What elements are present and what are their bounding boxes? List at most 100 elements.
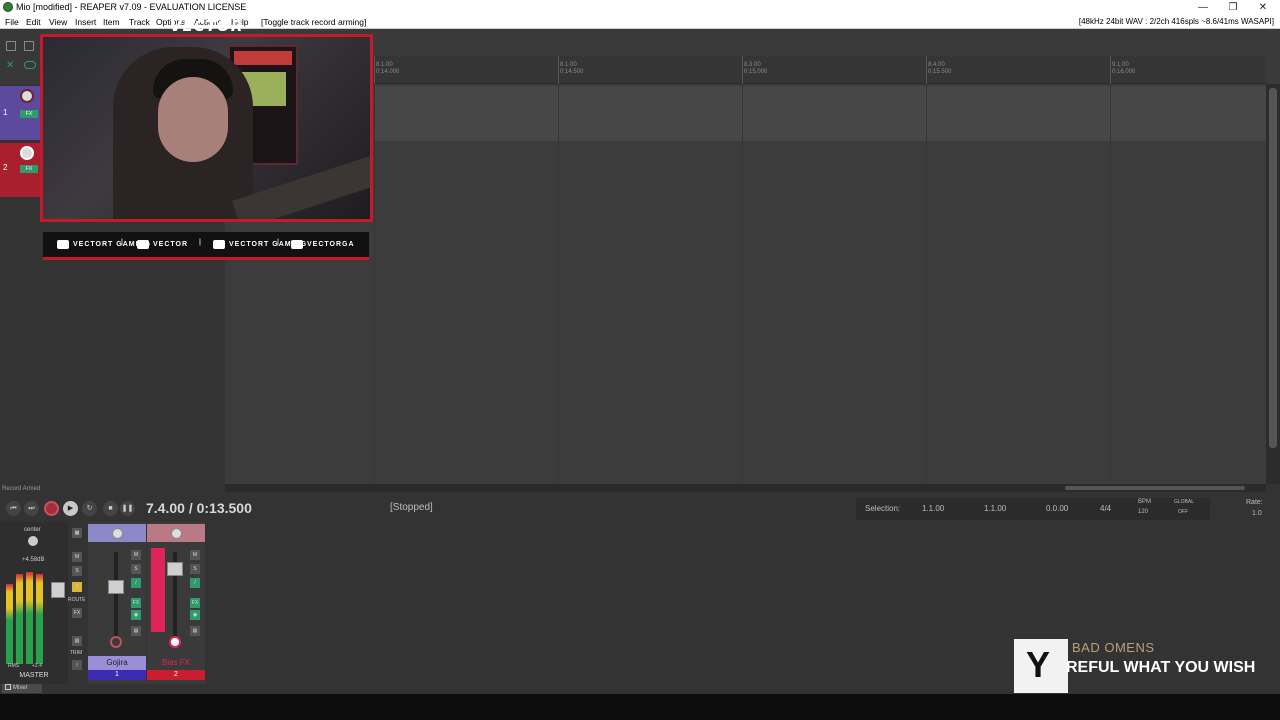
mute-button[interactable]: M (131, 550, 141, 560)
scroll-thumb[interactable] (1065, 486, 1245, 490)
trim-icon[interactable]: ▤ (190, 626, 200, 636)
rate-label: Rate: (1246, 499, 1263, 506)
mixer-channel-2[interactable]: M S / FX ◉ ▤ Bias FX 2 (147, 522, 205, 684)
close-button[interactable]: ✕ (1248, 0, 1278, 15)
ruler-tick (926, 56, 927, 84)
minimize-button[interactable]: — (1188, 0, 1218, 15)
trim-icon[interactable]: ▤ (72, 636, 82, 646)
mono-button[interactable]: ▦ (72, 528, 82, 538)
selection-start[interactable]: 1.1.00 (922, 504, 944, 513)
fader-track (114, 552, 118, 637)
track-number: 1 (3, 108, 8, 117)
time-signature[interactable]: 4/4 (1100, 504, 1111, 513)
stream-bottom-bar (0, 694, 1280, 720)
track-lane-1[interactable] (375, 86, 1266, 141)
audio-device-status[interactable]: [48kHz 24bit WAV : 2/2ch 416spls ~8.6/41… (1079, 15, 1274, 29)
solo-button[interactable]: S (72, 566, 82, 576)
volume-fader[interactable] (167, 562, 183, 576)
grid-line (558, 84, 559, 484)
pan-area[interactable] (88, 524, 146, 542)
vertical-scrollbar[interactable] (1266, 84, 1280, 484)
scroll-thumb[interactable] (1269, 88, 1277, 448)
title-bar: Mio [modified] - REAPER v7.09 - EVALUATI… (0, 0, 1280, 15)
global-state[interactable]: OFF (1178, 509, 1188, 515)
volume-fader[interactable] (108, 580, 124, 594)
fx-bypass-icon[interactable]: / (72, 582, 82, 592)
record-arm-button[interactable] (20, 146, 34, 160)
info-icon[interactable]: i (72, 660, 82, 670)
horizontal-scrollbar[interactable] (225, 484, 1266, 492)
master-strip: center +4.58dB RMS +2.4 (0, 522, 68, 684)
action-hint: [Toggle track record arming] (261, 17, 367, 27)
timecode-display[interactable]: 7.4.00 / 0:13.500 (146, 500, 252, 516)
fx-power-icon[interactable]: ◉ (131, 610, 141, 620)
new-project-icon[interactable] (6, 41, 16, 51)
go-to-end-button[interactable]: ⏭ (24, 501, 39, 516)
record-arm-button[interactable] (20, 89, 34, 103)
fx-button[interactable]: FX (20, 110, 38, 118)
track-number: 2 (3, 163, 8, 172)
timeline-ruler[interactable]: 8.1.00 0:14.000 8.1.00 0:14.500 8.3.00 0:15… (225, 56, 1266, 84)
play-state: [Stopped] (390, 502, 433, 513)
pan-area[interactable] (147, 524, 205, 542)
rate-value[interactable]: 1.0 (1252, 510, 1262, 517)
channel-name[interactable]: Bias FX (147, 656, 205, 670)
band-logo-icon: Y (1026, 644, 1051, 685)
band-name: BAD OMENS (1072, 640, 1155, 655)
repeat-button[interactable]: ↻ (82, 501, 97, 516)
trim-label[interactable]: TRIM (70, 650, 82, 656)
menu-edit[interactable]: Edit (26, 15, 41, 29)
record-arm-button[interactable] (169, 636, 181, 648)
menu-view[interactable]: View (49, 15, 67, 29)
menu-insert[interactable]: Insert (75, 15, 96, 29)
record-button[interactable] (44, 501, 59, 516)
instagram-icon (291, 239, 303, 249)
fx-power-icon[interactable]: ◉ (190, 610, 200, 620)
menu-item[interactable]: Item (103, 15, 120, 29)
twitter-icon (213, 239, 225, 249)
pause-button[interactable]: ❚❚ (120, 501, 135, 516)
stop-button[interactable]: ■ (103, 501, 118, 516)
song-title: REFUL WHAT YOU WISH (1066, 659, 1256, 676)
channel-name[interactable]: Gojira (88, 656, 146, 670)
fx-bypass-icon[interactable]: / (190, 578, 200, 588)
route-label[interactable]: ROUTE (68, 597, 86, 603)
social-bar: VECTORT GAMING | VECTOR | VECTORT GAMING… (43, 232, 369, 260)
track-header-2[interactable]: 2 FX (0, 143, 42, 197)
selection-end[interactable]: 1.1.00 (984, 504, 1006, 513)
track-header-1[interactable]: 1 FX (0, 86, 42, 140)
mixer-channel-1[interactable]: M S / FX ◉ ▤ Gojira 1 (88, 522, 146, 684)
selection-length[interactable]: 0.0.00 (1046, 504, 1068, 513)
open-project-icon[interactable] (24, 41, 34, 51)
mute-button[interactable]: M (72, 552, 82, 562)
go-to-start-button[interactable]: ⏮ (6, 501, 21, 516)
fx-bypass-icon[interactable]: / (131, 578, 141, 588)
trim-icon[interactable]: ▤ (131, 626, 141, 636)
fx-button[interactable]: FX (131, 598, 141, 608)
reaper-app-icon (3, 2, 13, 12)
youtube-icon (57, 239, 69, 249)
pan-knob[interactable] (28, 536, 38, 546)
fx-button[interactable]: FX (190, 598, 200, 608)
master-fader[interactable] (51, 582, 65, 598)
ruler-mark: 8.1.00 0:14.500 (560, 62, 584, 75)
global-label: GLOBAL (1174, 499, 1195, 505)
mixer-tab[interactable]: Mixer (2, 684, 42, 693)
record-arm-button[interactable] (110, 636, 122, 648)
solo-button[interactable]: S (131, 564, 141, 574)
fx-button[interactable]: FX (20, 165, 38, 173)
pan-knob[interactable] (112, 528, 123, 539)
menu-track[interactable]: Track (129, 15, 150, 29)
mixer-icon (5, 684, 11, 691)
link-icon[interactable] (24, 61, 36, 69)
menu-file[interactable]: File (5, 15, 19, 29)
mute-button[interactable]: M (190, 550, 200, 560)
pan-knob[interactable] (171, 528, 182, 539)
bpm-value[interactable]: 120 (1138, 509, 1148, 515)
ruler-tick (1110, 56, 1111, 84)
cut-icon[interactable]: ✕ (6, 61, 16, 71)
solo-button[interactable]: S (190, 564, 200, 574)
restore-button[interactable]: ❐ (1218, 0, 1248, 15)
play-button[interactable]: ▶ (63, 501, 78, 516)
fx-button[interactable]: FX (72, 608, 82, 618)
